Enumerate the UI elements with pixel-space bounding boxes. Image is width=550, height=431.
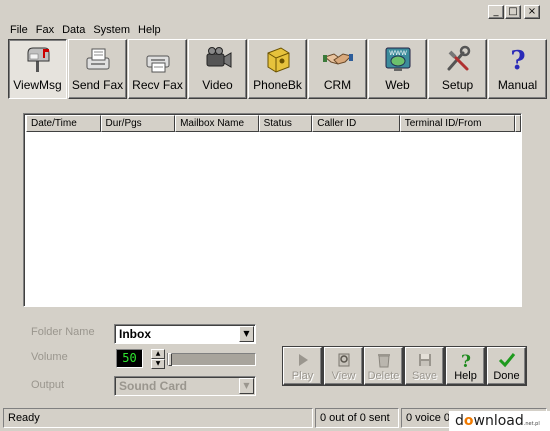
slider-thumb[interactable] — [168, 353, 172, 366]
tools-icon — [447, 45, 470, 71]
send-fax-button[interactable]: Send Fax — [68, 39, 127, 99]
chevron-down-icon[interactable]: ▼ — [239, 326, 254, 342]
menu-system[interactable]: System — [89, 22, 134, 38]
status-ready: Ready — [3, 408, 313, 428]
toolbar-label: Video — [202, 78, 233, 92]
maximize-button[interactable]: □ — [505, 5, 521, 19]
toolbar-label: Web — [385, 78, 410, 92]
play-button[interactable]: Play — [283, 347, 322, 385]
column-spacer — [515, 115, 521, 132]
volume-slider[interactable] — [167, 353, 256, 366]
view-label: View — [331, 370, 356, 382]
toolbar-label: CRM — [323, 78, 352, 92]
menu-data[interactable]: Data — [58, 22, 89, 38]
checkmark-icon — [498, 353, 515, 368]
menu-file[interactable]: File — [6, 22, 32, 38]
save-label: Save — [411, 370, 438, 382]
help-label: Help — [454, 370, 477, 382]
help-button[interactable]: ? Help — [446, 347, 485, 385]
svg-text:?: ? — [510, 46, 525, 73]
column-date-time[interactable]: Date/Time — [26, 115, 101, 132]
manual-button[interactable]: ? Manual — [488, 39, 547, 99]
close-button[interactable]: × — [524, 5, 540, 19]
toolbar-label: Setup — [441, 78, 474, 92]
volume-display: 50 — [116, 349, 143, 368]
delete-button[interactable]: Delete — [364, 347, 403, 385]
phonebook-icon — [267, 47, 289, 73]
phonebook-button[interactable]: PhoneBk — [248, 39, 307, 99]
watermark-text-a: d — [455, 413, 464, 429]
column-dur-pgs[interactable]: Dur/Pgs — [100, 115, 176, 132]
watermark-text-b: wnload — [473, 413, 524, 429]
title-bar: _ □ × — [0, 0, 550, 22]
output-select[interactable]: Sound Card ▼ — [114, 376, 256, 396]
help-question-icon: ? — [510, 46, 525, 73]
delete-icon — [377, 354, 390, 368]
toolbar-label: PhoneBk — [253, 78, 302, 92]
folder-name-select[interactable]: Inbox ▼ — [114, 324, 256, 344]
spin-down-icon[interactable]: ▼ — [151, 359, 165, 369]
delete-label: Delete — [367, 370, 400, 382]
column-caller-id[interactable]: Caller ID — [312, 115, 400, 132]
send-fax-icon — [86, 48, 109, 70]
toolbar-label: Recv Fax — [132, 78, 183, 92]
crm-button[interactable]: CRM — [308, 39, 367, 99]
video-button[interactable]: Video — [188, 39, 247, 99]
folder-name-label: Folder Name — [31, 326, 95, 338]
main-toolbar: ViewMsg Send Fax Recv Fax Video PhoneBk … — [8, 39, 550, 100]
view-icon — [338, 353, 349, 367]
column-terminal-id[interactable]: Terminal ID/From — [399, 115, 515, 132]
output-value: Sound Card — [119, 379, 187, 393]
save-disk-icon — [418, 354, 431, 366]
view-button[interactable]: View — [324, 347, 363, 385]
recv-fax-button[interactable]: Recv Fax — [128, 39, 187, 99]
menu-fax[interactable]: Fax — [32, 22, 58, 38]
watermark-text-sub: .net.pl — [523, 421, 540, 427]
help-icon: ? — [461, 352, 471, 369]
viewmsg-button[interactable]: ViewMsg — [8, 39, 67, 99]
column-status[interactable]: Status — [258, 115, 313, 132]
volume-spinner[interactable]: ▲ ▼ — [151, 349, 165, 369]
done-button[interactable]: Done — [487, 347, 526, 385]
folder-name-value: Inbox — [119, 327, 151, 341]
output-label: Output — [31, 379, 65, 391]
window-controls: _ □ × — [488, 5, 540, 19]
column-mailbox-name[interactable]: Mailbox Name — [175, 115, 259, 132]
menu-help[interactable]: Help — [134, 22, 165, 38]
done-label: Done — [493, 370, 520, 382]
message-list[interactable]: Date/Time Dur/Pgs Mailbox Name Status Ca… — [23, 113, 522, 307]
toolbar-label: ViewMsg — [13, 78, 62, 92]
toolbar-label: Send Fax — [71, 78, 124, 92]
svg-text:?: ? — [461, 352, 471, 369]
watermark-logo: download.net.pl — [449, 411, 550, 431]
volume-label: Volume — [31, 351, 68, 363]
menu-bar: File Fax Data System Help — [0, 22, 550, 38]
chevron-down-icon[interactable]: ▼ — [239, 378, 254, 394]
spin-up-icon[interactable]: ▲ — [151, 349, 165, 359]
status-sent-count: 0 out of 0 sent — [315, 408, 399, 428]
play-icon — [298, 354, 308, 366]
save-button[interactable]: Save — [405, 347, 444, 385]
minimize-button[interactable]: _ — [488, 5, 504, 19]
globe-web-icon: WWW — [385, 47, 410, 71]
receive-fax-icon — [146, 55, 169, 73]
setup-button[interactable]: Setup — [428, 39, 487, 99]
handshake-icon — [322, 53, 353, 65]
play-label: Play — [291, 370, 314, 382]
mailbox-icon — [27, 47, 49, 72]
video-camera-icon — [206, 47, 231, 68]
watermark-text-o: o — [463, 413, 474, 429]
list-header: Date/Time Dur/Pgs Mailbox Name Status Ca… — [26, 115, 521, 132]
web-button[interactable]: WWW Web — [368, 39, 427, 99]
toolbar-label: Manual — [497, 78, 538, 92]
